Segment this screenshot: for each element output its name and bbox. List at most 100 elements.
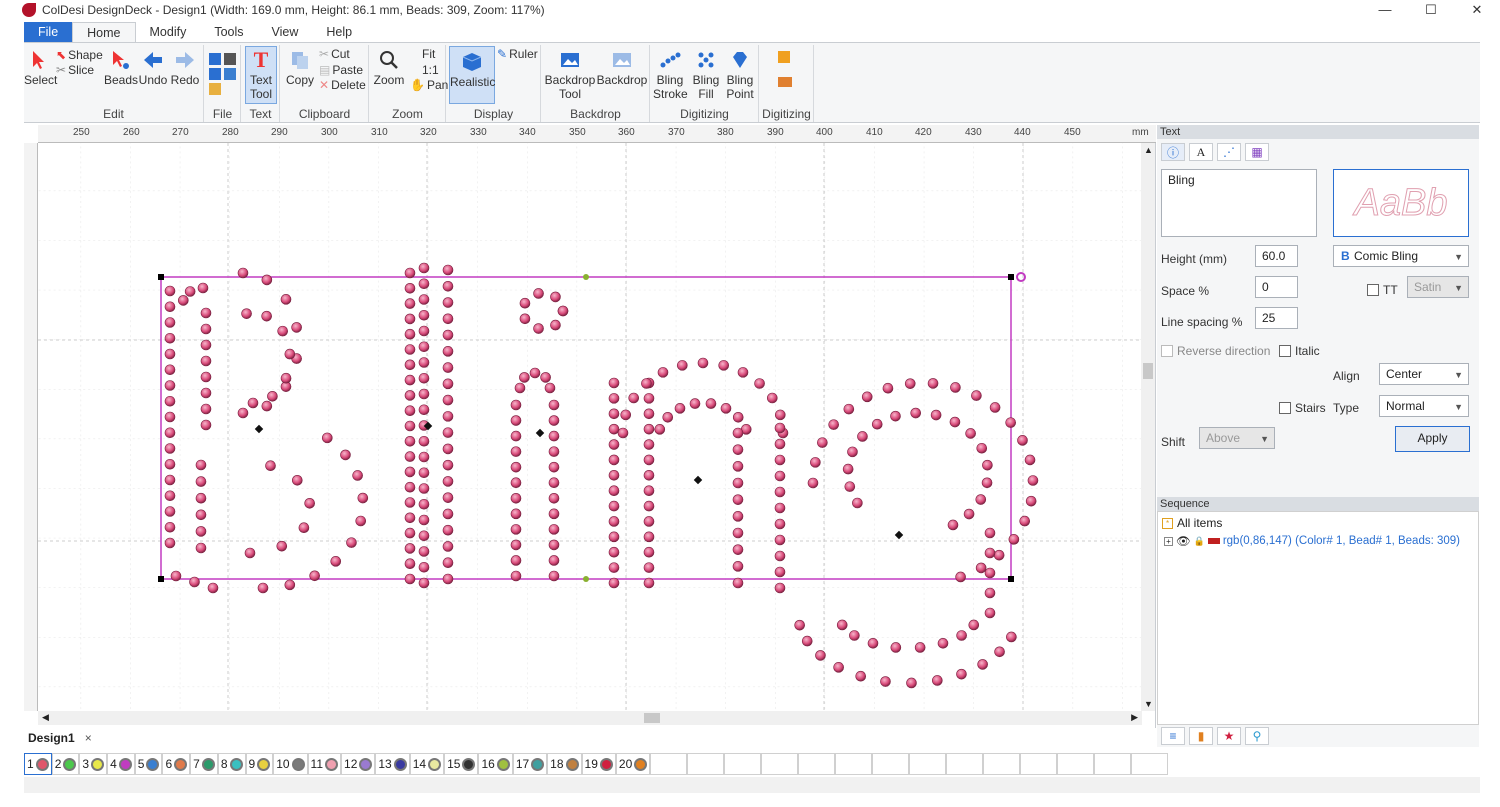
align-select[interactable]: Center ▼ xyxy=(1379,363,1469,385)
vertical-scroll-thumb[interactable] xyxy=(1143,363,1153,379)
design-area[interactable] xyxy=(38,143,1142,711)
empty-color-slot[interactable] xyxy=(1094,753,1132,775)
doc-tab-design1[interactable]: Design1 xyxy=(24,731,79,745)
one-to-one-button[interactable]: 1:1 xyxy=(422,63,439,77)
horizontal-scrollbar[interactable]: ◀ ▶ xyxy=(38,711,1142,725)
empty-color-slot[interactable] xyxy=(1131,753,1169,775)
handle-bottom-left[interactable] xyxy=(158,576,164,582)
info-tab-icon[interactable]: ⓘ xyxy=(1161,143,1185,161)
stairs-checkbox[interactable]: Stairs xyxy=(1279,401,1326,415)
color-slot-14[interactable]: 14 xyxy=(409,753,445,775)
stairs-checkbox-box[interactable] xyxy=(1279,402,1291,414)
list-icon[interactable]: ≡ xyxy=(1161,727,1185,745)
digitizing-tool-icons[interactable] xyxy=(776,51,798,91)
ruler-button[interactable]: ✎ Ruler xyxy=(497,47,538,61)
tab-view[interactable]: View xyxy=(258,22,313,42)
cut-button[interactable]: ✂ Cut xyxy=(319,47,350,61)
color-slot-9[interactable]: 9 xyxy=(245,753,274,775)
empty-color-slot[interactable] xyxy=(798,753,836,775)
color-slot-5[interactable]: 5 xyxy=(134,753,163,775)
expand-icon[interactable]: + xyxy=(1164,536,1173,546)
empty-color-slot[interactable] xyxy=(909,753,947,775)
backdrop-button[interactable]: Backdrop xyxy=(596,49,648,87)
color-slot-13[interactable]: 13 xyxy=(375,753,410,775)
shape-button[interactable]: ⬉ Shape xyxy=(56,48,103,62)
tab-home[interactable]: Home xyxy=(72,22,136,42)
empty-color-slot[interactable] xyxy=(946,753,984,775)
save-icon[interactable] xyxy=(209,68,221,80)
color-slot-7[interactable]: 7 xyxy=(190,753,218,775)
bling-fill-button[interactable]: Bling Fill xyxy=(689,49,723,101)
handle-top-mid[interactable] xyxy=(583,274,589,280)
bling-point-button[interactable]: Bling Point xyxy=(723,49,757,101)
color-slot-12[interactable]: 12 xyxy=(341,753,376,775)
handle-top-right[interactable] xyxy=(1008,274,1014,280)
paste-button[interactable]: ▤ Paste xyxy=(319,63,363,77)
zoom-button[interactable]: Zoom xyxy=(372,49,406,87)
handle-bottom-mid[interactable] xyxy=(583,576,589,582)
empty-color-slot[interactable] xyxy=(687,753,725,775)
tt-checkbox[interactable]: TT xyxy=(1367,283,1398,297)
tab-file[interactable]: File xyxy=(24,22,73,42)
path-tab-icon[interactable]: ⋰ xyxy=(1217,143,1241,161)
grid-icon[interactable] xyxy=(224,68,236,80)
italic-checkbox[interactable]: Italic xyxy=(1279,344,1320,358)
color-slot-6[interactable]: 6 xyxy=(162,753,191,775)
tab-help[interactable]: Help xyxy=(312,22,366,42)
scroll-up-icon[interactable]: ▲ xyxy=(1144,145,1153,155)
color-slot-18[interactable]: 18 xyxy=(547,753,582,775)
horizontal-scroll-thumb[interactable] xyxy=(644,713,660,723)
color-slot-8[interactable]: 8 xyxy=(217,753,246,775)
slice-button[interactable]: ✂ Slice xyxy=(56,63,94,77)
lock-icon[interactable]: 🔒 xyxy=(1194,536,1205,547)
color-slot-17[interactable]: 17 xyxy=(512,753,548,775)
copy-button[interactable]: Copy xyxy=(283,49,317,87)
redo-button[interactable]: Redo xyxy=(170,49,200,87)
font-tab-icon[interactable]: A xyxy=(1189,143,1213,161)
empty-color-slot[interactable] xyxy=(983,753,1021,775)
color-slot-20[interactable]: 20 xyxy=(615,753,651,775)
empty-color-slot[interactable] xyxy=(650,753,688,775)
maximize-button[interactable]: ☐ xyxy=(1408,0,1454,19)
italic-checkbox-box[interactable] xyxy=(1279,345,1291,357)
tt-checkbox-box[interactable] xyxy=(1367,284,1379,296)
color-slot-16[interactable]: 16 xyxy=(478,753,513,775)
undo-button[interactable]: Undo xyxy=(138,49,168,87)
delete-button[interactable]: ✕ Delete xyxy=(319,78,366,92)
tab-modify[interactable]: Modify xyxy=(136,22,201,42)
pin-icon[interactable]: ⚲ xyxy=(1245,727,1269,745)
backdrop-tool-button[interactable]: Backdrop Tool xyxy=(544,49,596,101)
color-slot-10[interactable]: 10 xyxy=(273,753,308,775)
close-tab-icon[interactable]: × xyxy=(85,731,92,745)
realistic-button[interactable]: Realistic xyxy=(449,46,495,104)
close-window-button[interactable]: ✕ xyxy=(1454,0,1500,19)
beads-button[interactable]: Beads xyxy=(104,49,138,87)
color-slot-15[interactable]: 15 xyxy=(444,753,479,775)
color-slot-2[interactable]: 2 xyxy=(51,753,80,775)
empty-color-slot[interactable] xyxy=(835,753,873,775)
height-input[interactable]: 60.0 xyxy=(1255,245,1298,267)
visibility-eye-icon[interactable]: 👁 xyxy=(1176,534,1191,548)
star-icon[interactable]: ★ xyxy=(1217,727,1241,745)
space-input[interactable]: 0 xyxy=(1255,276,1298,298)
tab-tools[interactable]: Tools xyxy=(200,22,257,42)
color-slot-19[interactable]: 19 xyxy=(581,753,616,775)
bling-stroke-button[interactable]: Bling Stroke xyxy=(653,49,688,101)
new-file-icon[interactable] xyxy=(209,53,221,65)
sequence-item-row[interactable]: + 👁 🔒 rgb(0,86,147) (Color# 1, Bead# 1, … xyxy=(1164,534,1460,548)
scroll-right-icon[interactable]: ▶ xyxy=(1131,712,1138,723)
color-slot-1[interactable]: 1 xyxy=(24,753,52,775)
text-tool-button[interactable]: T Text Tool xyxy=(245,46,277,104)
scroll-down-icon[interactable]: ▼ xyxy=(1144,699,1153,709)
color-slot-4[interactable]: 4 xyxy=(107,753,135,775)
layers-icon[interactable]: ▮ xyxy=(1189,727,1213,745)
handle-top-left[interactable] xyxy=(158,274,164,280)
apply-button[interactable]: Apply xyxy=(1395,426,1470,452)
handle-bottom-right[interactable] xyxy=(1008,576,1014,582)
empty-color-slot[interactable] xyxy=(724,753,762,775)
all-items-row[interactable]: * All items xyxy=(1162,516,1222,530)
empty-color-slot[interactable] xyxy=(761,753,799,775)
color-slot-11[interactable]: 11 xyxy=(307,753,342,775)
font-select[interactable]: B Comic Bling ▼ xyxy=(1333,245,1469,267)
type-select[interactable]: Normal ▼ xyxy=(1379,395,1469,417)
